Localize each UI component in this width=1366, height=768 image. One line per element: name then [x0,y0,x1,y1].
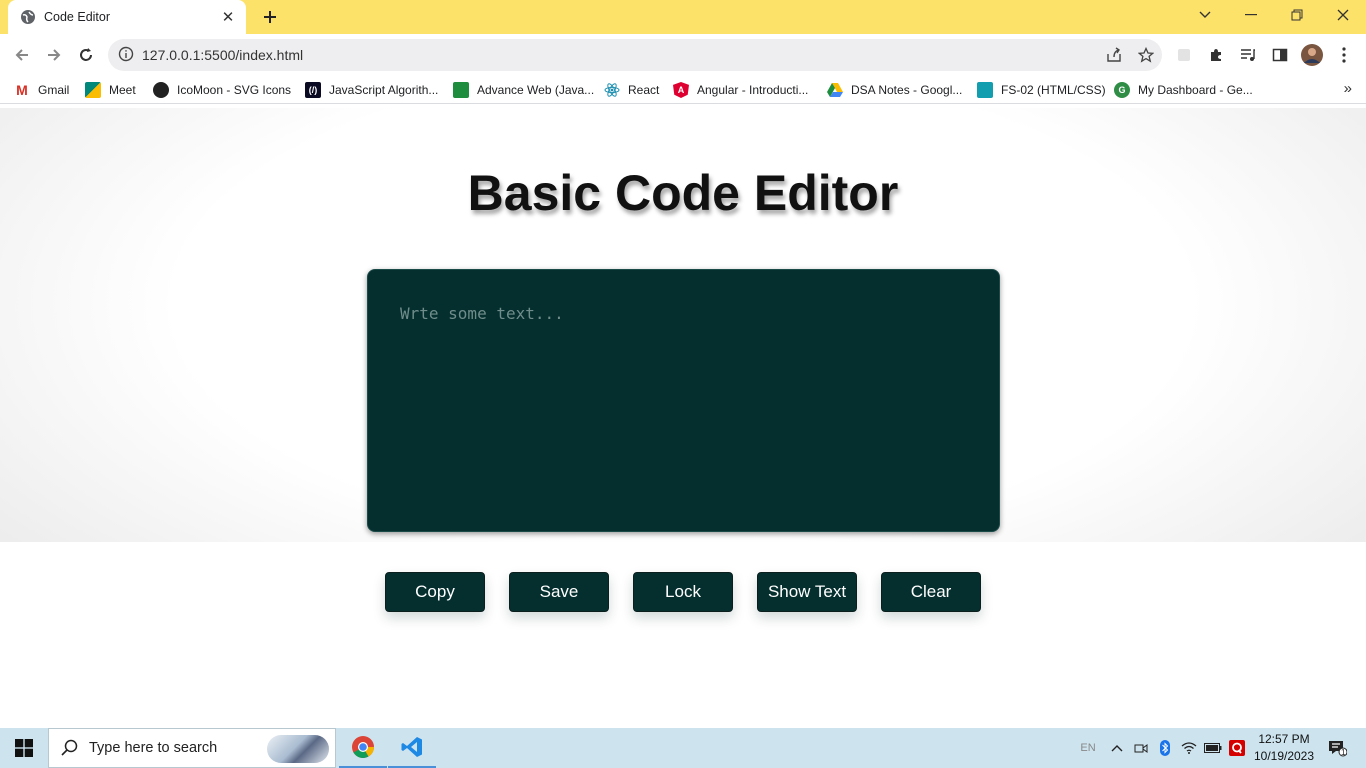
bookmark-fs-02[interactable]: FS-02 (HTML/CSS) [977,80,1106,100]
bookmark-icomoon[interactable]: IcoMoon - SVG Icons [153,80,291,100]
browser-menu-icon[interactable] [1332,43,1356,67]
classroom-icon [977,82,993,98]
taskbar-search-box[interactable]: Type here to search [48,728,336,768]
bookmarks-bar: M Gmail Meet IcoMoon - SVG Icons (/) Jav… [0,76,1366,104]
bookmark-meet[interactable]: Meet [85,80,136,100]
forward-button[interactable] [38,39,70,71]
bookmark-label: Meet [109,83,136,97]
bookmark-label: Advance Web (Java... [477,83,595,97]
restore-button[interactable] [1274,0,1320,30]
site-info-icon[interactable] [118,46,136,64]
icomoon-icon [153,82,169,98]
taskbar-chrome-app[interactable] [339,728,387,768]
react-icon [604,82,620,98]
bookmark-gmail[interactable]: M Gmail [14,80,69,100]
lock-button[interactable]: Lock [633,572,733,612]
bookmark-label: Gmail [38,83,70,97]
button-row: Copy Save Lock Show Text Clear [385,572,981,612]
chrome-icon [352,736,374,758]
extensions-puzzle-icon[interactable] [1204,43,1228,67]
windows-taskbar: Type here to search EN 12:57 PM 10/19/20… [0,728,1366,768]
copy-button[interactable]: Copy [385,572,485,612]
browser-tab-strip: Code Editor ✕ [0,0,1366,34]
more-bookmarks-icon[interactable]: » [1344,80,1352,97]
notification-count-badge: 1 [1341,748,1346,757]
search-placeholder: Type here to search [89,740,218,756]
bookmark-label: DSA Notes - Googl... [851,83,963,97]
save-button[interactable]: Save [509,572,609,612]
battery-icon[interactable] [1202,728,1224,768]
close-tab-icon[interactable]: ✕ [220,9,236,26]
show-text-button[interactable]: Show Text [757,572,857,612]
classroom-icon [453,82,469,98]
editor-section: Basic Code Editor [0,108,1366,542]
vscode-icon [401,737,422,757]
bookmark-angular[interactable]: A Angular - Introducti... [673,80,808,100]
notification-center-icon[interactable]: 1 [1322,728,1352,768]
meet-icon [85,82,101,98]
page-viewport: Basic Code Editor Copy Save Lock Show Te… [0,108,1366,728]
close-window-button[interactable] [1320,0,1366,30]
bookmark-label: Angular - Introducti... [697,83,809,97]
clock-time: 12:57 PM [1258,732,1310,746]
clock-date: 10/19/2023 [1253,749,1315,763]
new-tab-button[interactable] [258,5,282,29]
bookmark-label: IcoMoon - SVG Icons [177,83,292,97]
bookmark-my-dashboard[interactable]: G My Dashboard - Ge... [1114,80,1253,100]
search-highlight-image [267,735,329,763]
bookmark-label: React [628,83,660,97]
tab-search-icon[interactable] [1182,0,1228,30]
side-panel-icon[interactable] [1268,43,1292,67]
wifi-icon[interactable] [1178,728,1200,768]
back-button[interactable] [6,39,38,71]
google-drive-icon [827,82,843,98]
browser-toolbar: 127.0.0.1:5500/index.html [0,34,1366,76]
address-bar[interactable]: 127.0.0.1:5500/index.html [108,39,1162,71]
bookmark-react[interactable]: React [604,80,659,100]
bookmark-dsa-notes[interactable]: DSA Notes - Googl... [827,80,962,100]
minimize-button[interactable] [1228,0,1274,30]
angular-icon: A [673,82,689,98]
meet-now-icon[interactable] [1130,728,1152,768]
share-icon[interactable] [1098,39,1130,71]
geeksforgeeks-icon: G [1114,82,1130,98]
url-text[interactable]: 127.0.0.1:5500/index.html [142,47,1098,63]
bookmark-label: FS-02 (HTML/CSS) [1001,83,1106,97]
gmail-icon: M [14,82,30,98]
bookmark-label: My Dashboard - Ge... [1138,83,1253,97]
windows-start-button[interactable] [0,728,48,768]
code-editor-textarea[interactable] [367,269,1000,532]
freecodecamp-icon: (/) [305,82,321,98]
input-language[interactable]: EN [1078,728,1098,768]
tab-title: Code Editor [44,10,111,24]
bookmark-star-icon[interactable] [1130,39,1162,71]
system-clock[interactable]: 12:57 PM 10/19/2023 [1248,731,1320,765]
clear-button[interactable]: Clear [881,572,981,612]
show-hidden-icons-chevron-up-icon[interactable] [1106,728,1128,768]
taskbar-vscode-app[interactable] [388,728,436,768]
media-control-icon[interactable] [1236,43,1260,67]
windows-logo-icon [15,739,33,757]
extension-icon[interactable] [1172,43,1196,67]
bluetooth-icon[interactable] [1154,728,1176,768]
quick-heal-icon[interactable] [1226,728,1248,768]
bookmark-label: JavaScript Algorith... [329,83,439,97]
profile-avatar[interactable] [1300,43,1324,67]
search-icon [61,739,78,756]
globe-icon [20,9,36,25]
page-title: Basic Code Editor [467,165,899,221]
reload-button[interactable] [70,39,102,71]
bookmark-advance-web[interactable]: Advance Web (Java... [453,80,594,100]
browser-tab[interactable]: Code Editor ✕ [8,0,246,34]
bookmark-javascript-algorithms[interactable]: (/) JavaScript Algorith... [305,80,438,100]
